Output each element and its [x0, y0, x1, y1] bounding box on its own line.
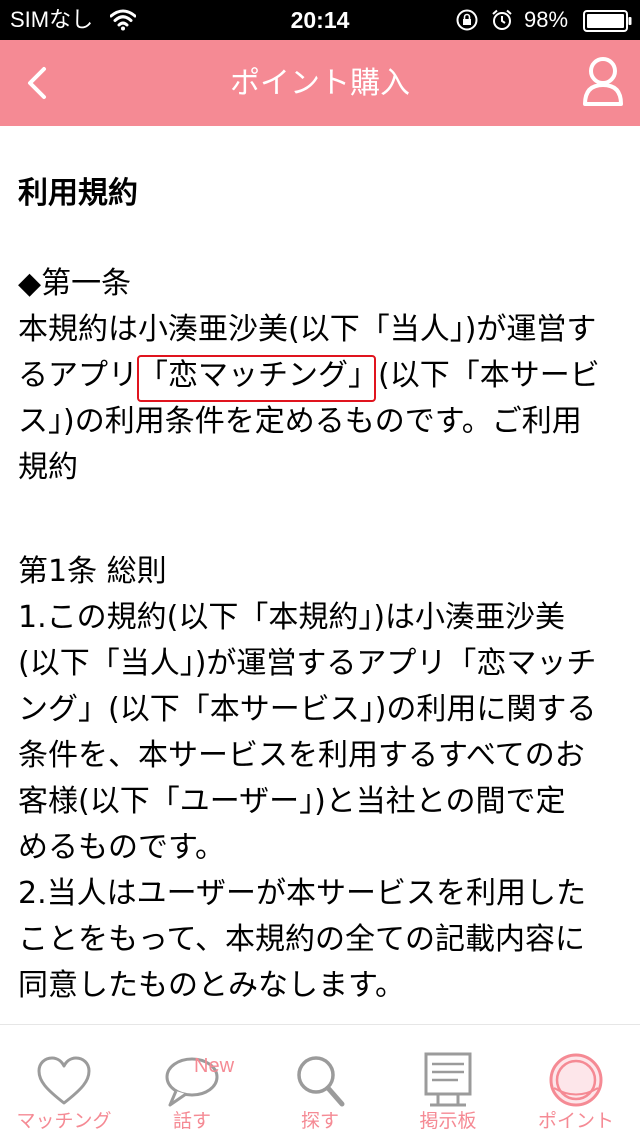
new-badge: New [194, 1055, 235, 1077]
app-name-highlight [137, 355, 376, 402]
terms-line: 2.当人はユーザーが本サービスを利用した [18, 876, 587, 911]
terms-content[interactable]: 利用規約 ◆第一条 本規約は小湊亜沙美(以下「当人」)が運営す るアプリ「恋マッ… [0, 126, 640, 1024]
terms-line: 規約 [18, 450, 78, 485]
profile-button[interactable] [578, 54, 628, 110]
coin-icon [549, 1053, 603, 1107]
terms-heading: 利用規約 [18, 176, 138, 211]
terms-line: (以下「当人」)が運営するアプリ「恋マッチ [18, 646, 597, 681]
status-bar: SIMなし 20:14 98% [0, 0, 640, 40]
tab-label: 掲示板 [419, 1110, 477, 1132]
tab-point[interactable]: ポイント [512, 1025, 640, 1136]
tab-talk[interactable]: New 話す [128, 1025, 256, 1136]
tab-bar: マッチング New 話す 探す 掲示板 ポイント [0, 1024, 640, 1136]
terms-line: めるものです。 [18, 830, 225, 865]
tab-label: マッチング [16, 1110, 112, 1132]
search-icon [297, 1056, 345, 1107]
heart-icon [37, 1056, 91, 1105]
nav-bar: ポイント購入 [0, 40, 640, 126]
back-button[interactable] [14, 58, 64, 108]
tab-matching[interactable]: マッチング [0, 1025, 128, 1136]
tab-label: ポイント [537, 1110, 614, 1132]
battery-icon [583, 10, 632, 32]
terms-line: 条件を、本サービスを利用するすべてのお [18, 738, 585, 773]
terms-line: ことをもって、本規約の全ての記載内容に [18, 922, 585, 957]
tab-search[interactable]: 探す [256, 1025, 384, 1136]
screen: SIMなし 20:14 98% ポイント購入 利用規約 ◆第一条 本規約は小湊亜… [0, 0, 640, 1136]
user-icon [583, 57, 623, 106]
page-title: ポイント購入 [230, 66, 410, 101]
terms-line: 同意したものとみなします。 [18, 968, 405, 1003]
bulletin-board-icon [424, 1052, 472, 1107]
terms-line: 第1条 総則 [18, 554, 167, 589]
terms-line: 本規約は小湊亜沙美(以下「当人」)が運営す [18, 312, 597, 347]
terms-line: 1.この規約(以下「本規約」)は小湊亜沙美 [18, 600, 566, 635]
terms-line: ◆第一条 [18, 266, 132, 301]
tab-bulletin-board[interactable]: 掲示板 [384, 1025, 512, 1136]
terms-line: ス」)の利用条件を定めるものです。ご利用 [18, 404, 582, 439]
tab-label: 探す [300, 1110, 339, 1132]
tab-label: 話す [172, 1110, 211, 1132]
terms-line: ング」(以下「本サービス」)の利用に関する [18, 692, 597, 727]
battery-percent: 98% [524, 7, 569, 32]
chevron-left-icon [28, 67, 46, 99]
terms-line: 客様(以下「ユーザー」)と当社との間で定 [18, 784, 566, 819]
rotation-lock-icon [456, 9, 478, 31]
alarm-icon [492, 9, 512, 30]
